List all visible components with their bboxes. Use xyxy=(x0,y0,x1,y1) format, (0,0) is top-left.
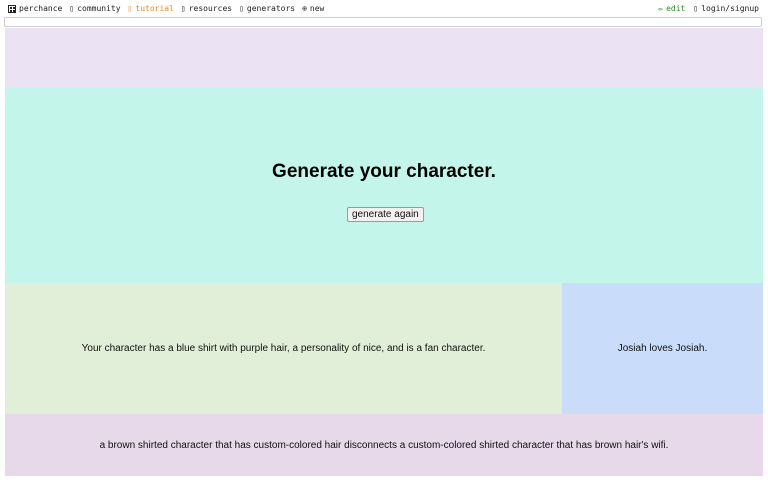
nav-label-perchance: perchance xyxy=(19,4,63,13)
nav-label-edit: edit xyxy=(666,4,686,13)
footer-panel: a brown shirted character that has custo… xyxy=(5,414,763,476)
nav-label-generators: generators xyxy=(246,4,296,13)
nav-label-community: community xyxy=(77,4,121,13)
dice-icon xyxy=(8,4,16,13)
user-icon: ▯ xyxy=(693,3,699,13)
side-panel-text: Josiah loves Josiah. xyxy=(617,343,708,354)
page-title: Generate your character. xyxy=(272,161,496,182)
character-description-panel: Your character has a blue shirt with pur… xyxy=(5,283,562,414)
nav-item-perchance[interactable]: perchance xyxy=(8,4,62,13)
pencil-icon: ✏ xyxy=(658,3,664,13)
resources-icon: ▯ xyxy=(180,3,186,13)
nav-label-resources: resources xyxy=(188,4,233,13)
top-nav-bar: perchance ▯ community ▯ tutorial ▯ resou… xyxy=(0,0,768,17)
character-description-text: Your character has a blue shirt with pur… xyxy=(81,343,486,354)
generate-again-button[interactable]: generate again xyxy=(347,207,424,222)
nav-item-tutorial[interactable]: ▯ tutorial xyxy=(128,4,174,13)
nav-item-edit[interactable]: ✏ edit xyxy=(658,4,685,13)
main-panel: Generate your character. generate again xyxy=(5,88,763,283)
nav-item-resources[interactable]: ▯ resources xyxy=(181,4,232,13)
generators-icon: ▯ xyxy=(239,3,244,13)
side-panel: Josiah loves Josiah. xyxy=(562,283,763,414)
nav-item-community[interactable]: ▯ community xyxy=(69,4,120,13)
tutorial-icon: ▯ xyxy=(127,3,133,13)
plus-circle-icon: ⊕ xyxy=(302,3,307,13)
community-icon: ▯ xyxy=(69,3,75,13)
nav-label-new: new xyxy=(309,4,325,13)
nav-label-login: login/signup xyxy=(701,4,759,13)
nav-item-login[interactable]: ▯ login/signup xyxy=(693,4,759,13)
nav-label-tutorial: tutorial xyxy=(135,4,174,13)
nav-right-group: ✏ edit ▯ login/signup xyxy=(658,4,759,13)
header-panel xyxy=(5,28,763,88)
nav-item-new[interactable]: ⊕ new xyxy=(302,4,324,13)
nav-left-group: perchance ▯ community ▯ tutorial ▯ resou… xyxy=(8,4,324,13)
nav-item-generators[interactable]: ▯ generators xyxy=(239,4,295,13)
footer-text: a brown shirted character that has custo… xyxy=(99,439,669,451)
url-bar-strip xyxy=(4,17,762,27)
